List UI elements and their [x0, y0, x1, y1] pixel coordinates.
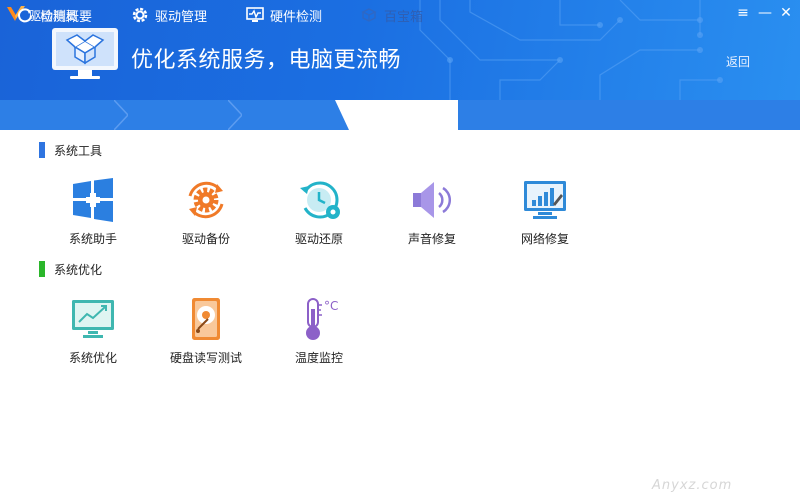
tool-label: 硬盘读写测试	[169, 351, 242, 365]
tool-label: 温度监控	[294, 351, 343, 365]
tool-label: 系统助手	[68, 232, 117, 246]
section-accent-bar	[39, 142, 45, 158]
tool-disk-rw-test[interactable]: 硬盘读写测试	[156, 297, 256, 377]
tab-label: 硬件检测	[270, 9, 323, 25]
tool-network-repair[interactable]: 网络修复	[495, 178, 595, 258]
tab-overview[interactable]: 检测概要	[16, 0, 116, 30]
tool-driver-backup[interactable]: 驱动备份	[156, 178, 256, 258]
tool-driver-restore[interactable]: 驱动还原	[269, 178, 369, 258]
section-accent-bar	[39, 261, 45, 277]
watermark: Anyxz.com	[652, 478, 733, 493]
toolbox-icon	[361, 8, 377, 22]
tab-label: 检测概要	[40, 9, 93, 25]
svg-text:°C: °C	[324, 299, 338, 313]
banner-title: 优化系统服务，电脑更流畅	[131, 48, 402, 73]
tool-system-optimize[interactable]: 系统优化	[43, 297, 143, 377]
tab-label: 百宝箱	[384, 9, 424, 25]
tab-separator	[114, 100, 128, 130]
tool-label: 驱动还原	[294, 232, 343, 246]
thermometer-icon: °C	[306, 298, 338, 340]
minimize-button[interactable]: —	[755, 4, 775, 22]
hard-disk-icon	[192, 298, 220, 340]
tool-system-assistant[interactable]: 系统助手	[43, 178, 143, 258]
tool-sound-repair[interactable]: 声音修复	[382, 178, 482, 258]
tab-hardware-detect[interactable]: 硬件检测	[246, 0, 346, 30]
tab-driver-manage[interactable]: 驱动管理	[131, 0, 231, 30]
toolbox-monitor-icon	[52, 28, 118, 79]
section-title: 系统优化	[54, 262, 103, 277]
clock-restore-icon	[300, 181, 340, 219]
section-system-optimize: 系统优化	[39, 261, 102, 277]
tool-label: 网络修复	[520, 232, 569, 246]
gear-icon	[132, 7, 148, 23]
trend-monitor-icon	[72, 300, 114, 338]
section-title: 系统工具	[54, 143, 103, 158]
tool-label: 系统优化	[68, 351, 117, 365]
close-button[interactable]: ✕	[776, 4, 796, 22]
refresh-check-icon	[18, 8, 32, 23]
back-link[interactable]: 返回	[726, 53, 750, 70]
tool-temperature-monitor[interactable]: °C 温度监控	[269, 297, 369, 377]
speaker-icon	[413, 182, 452, 218]
active-tab-shape	[335, 100, 458, 130]
network-monitor-icon	[524, 181, 566, 219]
menu-button[interactable]: ≡	[733, 4, 753, 22]
tool-label: 声音修复	[407, 232, 456, 246]
tab-toolbox[interactable]: 百宝箱	[360, 0, 458, 30]
gear-cycle-icon	[188, 181, 224, 219]
windows-plus-icon	[73, 178, 113, 222]
monitor-pulse-icon	[246, 7, 264, 22]
section-system-tools: 系统工具	[39, 142, 102, 158]
tab-label: 驱动管理	[155, 9, 208, 25]
tool-label: 驱动备份	[181, 232, 230, 246]
tab-separator	[228, 100, 242, 130]
